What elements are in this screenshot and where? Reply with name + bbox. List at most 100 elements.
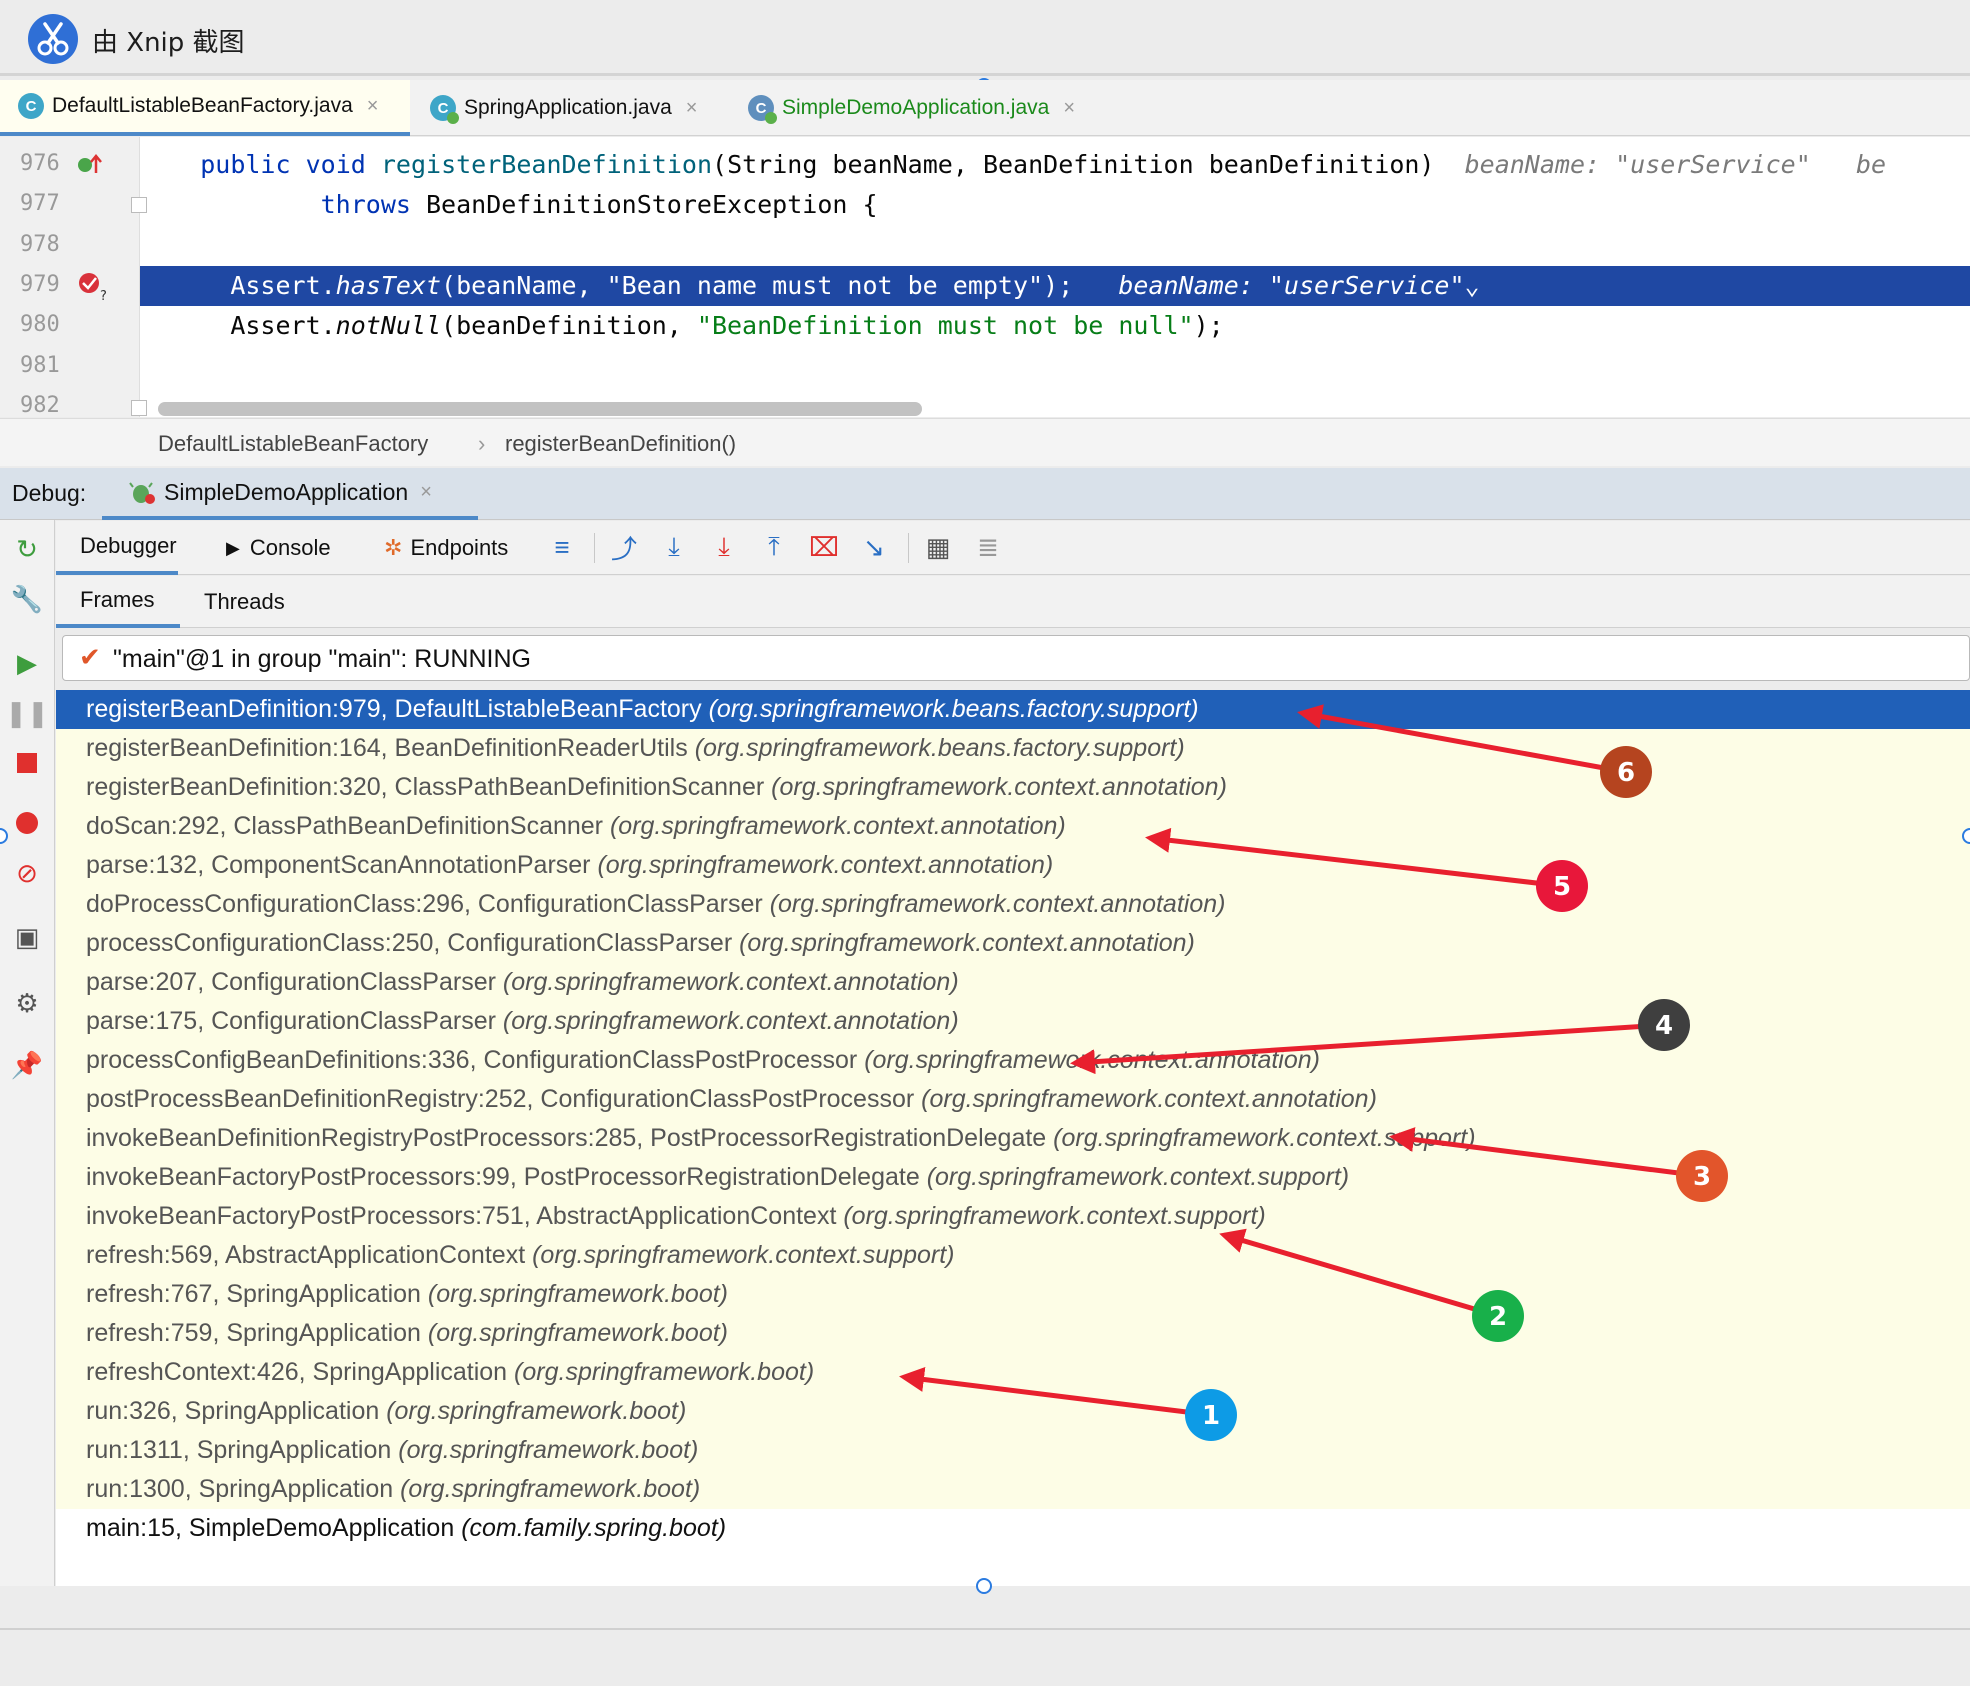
stack-frame-row[interactable]: doProcessConfigurationClass:296, Configu… <box>56 885 1970 924</box>
stack-frame-row[interactable]: refreshContext:426, SpringApplication (o… <box>56 1353 1970 1392</box>
tab-debugger[interactable]: Debugger <box>56 521 178 575</box>
tab-simple-demo-application[interactable]: C SimpleDemoApplication.java × <box>730 80 1110 136</box>
window-title: 由 Xnip 截图 <box>92 28 245 58</box>
editor-horizontal-scrollbar[interactable] <box>158 402 922 416</box>
stack-frame-row[interactable]: processConfigurationClass:250, Configura… <box>56 924 1970 963</box>
frame-method: refreshContext:426, SpringApplication <box>86 1358 508 1386</box>
tab-endpoints[interactable]: ✲ Endpoints <box>384 521 508 575</box>
code-line-976[interactable]: public void registerBeanDefinition(Strin… <box>140 145 1970 185</box>
code-line-980[interactable]: Assert.notNull(beanDefinition, "BeanDefi… <box>140 306 1970 346</box>
tab-frames[interactable]: Frames <box>56 576 180 628</box>
frame-package: (org.springframework.context.annotation) <box>502 968 959 996</box>
code-static-call: hasText <box>335 271 442 300</box>
show-execution-point-icon[interactable]: ⤴ <box>608 531 640 564</box>
frame-method: registerBeanDefinition:979, DefaultLista… <box>86 695 702 723</box>
menu-icon[interactable]: ≡ <box>546 531 578 563</box>
close-icon[interactable]: × <box>420 481 432 504</box>
stack-frame-row[interactable]: refresh:759, SpringApplication (org.spri… <box>56 1314 1970 1353</box>
breadcrumb-method[interactable]: registerBeanDefinition() <box>505 431 736 457</box>
stack-frame-row[interactable]: doScan:292, ClassPathBeanDefinitionScann… <box>56 807 1970 846</box>
toolbar-separator <box>908 533 909 563</box>
tab-threads[interactable]: Threads <box>204 576 285 628</box>
stack-frame-row[interactable]: registerBeanDefinition:320, ClassPathBea… <box>56 768 1970 807</box>
frame-package: (org.springframework.boot) <box>427 1319 729 1347</box>
selection-handle-bottom[interactable] <box>976 1578 992 1594</box>
frame-method: processConfigBeanDefinitions:336, Config… <box>86 1046 858 1074</box>
stack-frame-row[interactable]: processConfigBeanDefinitions:336, Config… <box>56 1041 1970 1080</box>
debug-session-tab[interactable]: SimpleDemoApplication × <box>102 468 478 520</box>
code-editor[interactable]: 976 977 978 979 980 981 982 ? public voi… <box>0 137 1970 418</box>
frame-method: registerBeanDefinition:320, ClassPathBea… <box>86 773 765 801</box>
run-to-cursor-icon[interactable]: ↘ <box>858 531 890 563</box>
gear-icon[interactable]: ⚙ <box>10 986 44 1020</box>
stack-frame-row[interactable]: parse:175, ConfigurationClassParser (org… <box>56 1002 1970 1041</box>
breadcrumb-class[interactable]: DefaultListableBeanFactory <box>158 431 428 457</box>
stack-frame-row[interactable]: registerBeanDefinition:979, DefaultLista… <box>56 690 1970 729</box>
close-icon[interactable]: × <box>367 95 379 118</box>
stack-frame-row[interactable]: run:326, SpringApplication (org.springfr… <box>56 1392 1970 1431</box>
wrench-icon[interactable]: 🔧 <box>10 582 44 616</box>
stack-frame-row[interactable]: invokeBeanDefinitionRegistryPostProcesso… <box>56 1119 1970 1158</box>
debugger-toolbar: Debugger ▶ Console ✲ Endpoints ≡ ⤴ ⤓ ⤓ ⤒… <box>56 521 1970 575</box>
step-into-icon[interactable]: ⤓ <box>658 531 690 563</box>
stack-frame-row[interactable]: refresh:767, SpringApplication (org.spri… <box>56 1275 1970 1314</box>
stack-frame-row[interactable]: run:1311, SpringApplication (org.springf… <box>56 1431 1970 1470</box>
stack-frame-row[interactable]: parse:132, ComponentScanAnnotationParser… <box>56 846 1970 885</box>
line-number: 978 <box>20 232 60 257</box>
trace-current-stream-icon[interactable]: ≣ <box>972 531 1004 563</box>
code-line-977[interactable]: throws BeanDefinitionStoreException { <box>140 185 1970 225</box>
frame-method: main:15, SimpleDemoApplication <box>86 1514 455 1542</box>
resume-icon[interactable]: ▶ <box>10 646 44 680</box>
code-args: (beanName, "Bean name must not be empty"… <box>441 271 1074 300</box>
line-number: 981 <box>20 353 60 378</box>
frame-package: (org.springframework.boot) <box>386 1397 687 1425</box>
thread-selector[interactable]: ✔ "main"@1 in group "main": RUNNING <box>62 635 1970 681</box>
frame-package: (org.springframework.context.annotation) <box>769 890 1226 918</box>
debug-side-toolbar: ↻ 🔧 ▶ ❚❚ ⊘ ▣ ⚙ 📌 <box>0 520 55 1586</box>
breakpoint-icon[interactable]: ? <box>76 270 110 302</box>
code-line-979-current[interactable]: Assert.hasText(beanName, "Bean name must… <box>140 266 1970 306</box>
chevron-down-icon[interactable]: ⌄ <box>1465 271 1480 300</box>
mute-breakpoints-icon[interactable]: ⊘ <box>10 856 44 890</box>
stop-icon[interactable] <box>10 746 44 780</box>
force-step-into-icon[interactable]: ⤓ <box>708 531 740 563</box>
tab-label: SpringApplication.java <box>464 96 672 119</box>
stack-frame-row[interactable]: postProcessBeanDefinitionRegistry:252, C… <box>56 1080 1970 1119</box>
view-breakpoints-icon[interactable] <box>10 806 44 840</box>
frame-method: run:326, SpringApplication <box>86 1397 380 1425</box>
drop-frame-icon[interactable]: ⌧ <box>808 531 840 563</box>
frame-method: parse:132, ComponentScanAnnotationParser <box>86 851 591 879</box>
frame-package: (org.springframework.boot) <box>400 1475 701 1503</box>
pause-icon[interactable]: ❚❚ <box>5 696 49 730</box>
close-icon[interactable]: × <box>1063 97 1075 120</box>
frames-threads-tab-bar: Frames Threads <box>56 576 1970 628</box>
stack-frame-row[interactable]: main:15, SimpleDemoApplication (com.fami… <box>56 1509 1970 1548</box>
stack-frame-row[interactable]: refresh:569, AbstractApplicationContext … <box>56 1236 1970 1275</box>
stack-frame-row[interactable]: run:1300, SpringApplication (org.springf… <box>56 1470 1970 1509</box>
frame-package: (org.springframework.beans.factory.suppo… <box>708 695 1199 723</box>
stack-frame-row[interactable]: registerBeanDefinition:164, BeanDefiniti… <box>56 729 1970 768</box>
stack-frame-row[interactable]: invokeBeanFactoryPostProcessors:99, Post… <box>56 1158 1970 1197</box>
frame-method: refresh:759, SpringApplication <box>86 1319 421 1347</box>
fold-marker-icon[interactable] <box>131 400 147 416</box>
stack-frame-row[interactable]: parse:207, ConfigurationClassParser (org… <box>56 963 1970 1002</box>
tab-console[interactable]: ▶ Console <box>226 521 331 575</box>
close-icon[interactable]: × <box>686 97 698 120</box>
frame-method: registerBeanDefinition:164, BeanDefiniti… <box>86 734 688 762</box>
pin-icon[interactable]: 📌 <box>10 1048 44 1082</box>
code-text: BeanDefinitionStoreException { <box>410 190 878 219</box>
tab-label: DefaultListableBeanFactory.java <box>52 94 353 117</box>
stack-frame-row[interactable]: invokeBeanFactoryPostProcessors:751, Abs… <box>56 1197 1970 1236</box>
debug-inlay-value: beanName: "userService" <box>1118 271 1465 300</box>
step-out-icon[interactable]: ⤒ <box>758 531 790 563</box>
code-keyword: throws <box>320 190 411 219</box>
tab-default-listable-bean-factory[interactable]: C DefaultListableBeanFactory.java × <box>0 80 410 136</box>
evaluate-expression-icon[interactable]: ▦ <box>922 531 954 563</box>
frame-package: (org.springframework.boot) <box>398 1436 699 1464</box>
tab-label: Frames <box>80 587 155 612</box>
rerun-icon[interactable]: ↻ <box>10 532 44 566</box>
thread-status: "main"@1 in group "main": RUNNING <box>113 645 531 673</box>
camera-icon[interactable]: ▣ <box>10 920 44 954</box>
implements-method-icon[interactable] <box>76 151 104 179</box>
tab-spring-application[interactable]: C SpringApplication.java × <box>412 80 728 136</box>
